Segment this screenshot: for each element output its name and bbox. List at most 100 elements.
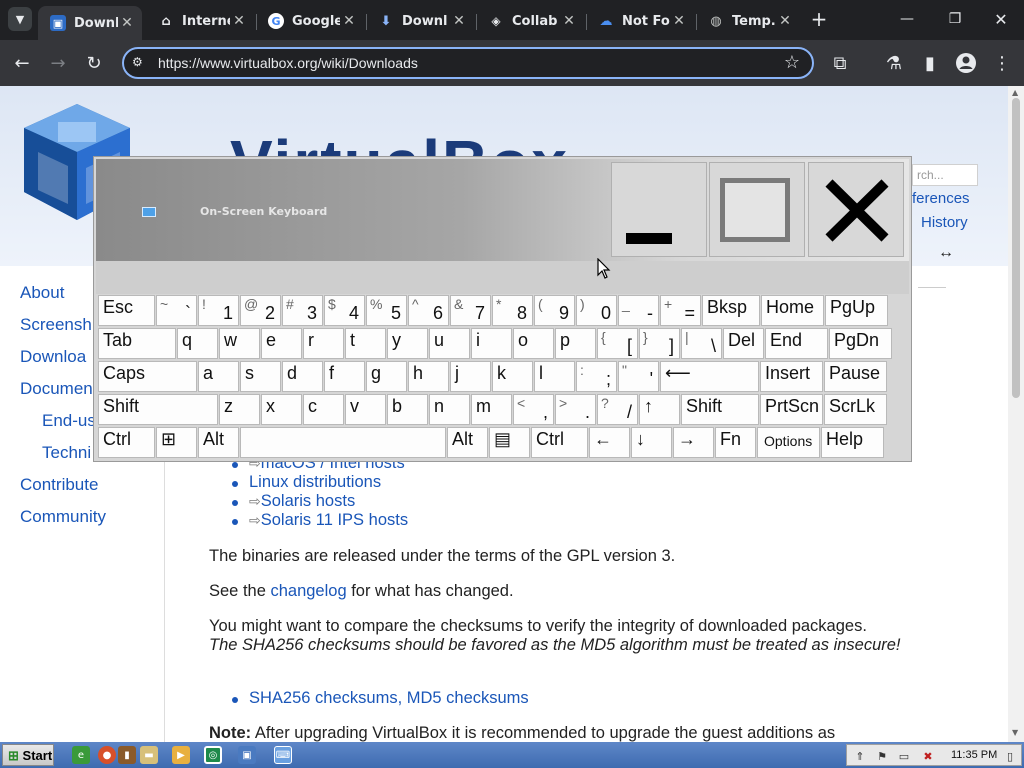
- start-button[interactable]: ⊞ Start: [2, 744, 54, 766]
- minimize-window-icon[interactable]: —: [884, 0, 930, 38]
- osk-key[interactable]: ~ `: [156, 295, 197, 326]
- osk-key[interactable]: Esc: [98, 295, 155, 326]
- osk-key[interactable]: o: [513, 328, 554, 359]
- osk-key[interactable]: f: [324, 361, 365, 392]
- osk-key[interactable]: % 5: [366, 295, 407, 326]
- close-tab-icon[interactable]: ✕: [340, 12, 358, 30]
- osk-key[interactable]: a: [198, 361, 239, 392]
- osk-key[interactable]: & 7: [450, 295, 491, 326]
- osk-key[interactable]: ) 0: [576, 295, 617, 326]
- osk-key[interactable]: u: [429, 328, 470, 359]
- tab-temp[interactable]: ◍ Temp.s ✕: [696, 6, 800, 36]
- firefox-icon[interactable]: ●: [98, 746, 116, 764]
- osk-key[interactable]: Tab: [98, 328, 176, 359]
- volume-muted-icon[interactable]: ✖: [921, 749, 935, 763]
- list-item[interactable]: ⇨Solaris 11 IPS hosts: [249, 511, 408, 530]
- osk-key[interactable]: →: [673, 427, 714, 458]
- osk-key[interactable]: c: [303, 394, 344, 425]
- osk-key[interactable]: j: [450, 361, 491, 392]
- osk-key[interactable]: s: [240, 361, 281, 392]
- osk-key[interactable]: z: [219, 394, 260, 425]
- osk-key[interactable]: b: [387, 394, 428, 425]
- clock[interactable]: 11:35 PM: [951, 749, 997, 761]
- osk-key[interactable]: $4: [324, 295, 365, 326]
- side-panel-icon[interactable]: ▮: [916, 49, 944, 77]
- osk-key[interactable]: v: [345, 394, 386, 425]
- new-tab-button[interactable]: +: [808, 7, 830, 31]
- osk-key[interactable]: Home: [761, 295, 824, 326]
- osk-key[interactable]: ←: [589, 427, 630, 458]
- flag-icon[interactable]: ⚑: [875, 749, 889, 763]
- osk-key[interactable]: w: [219, 328, 260, 359]
- osk-key[interactable]: ↓: [631, 427, 672, 458]
- sidebar-item-downloads[interactable]: Downloa: [20, 347, 86, 367]
- folder-icon[interactable]: ▬: [140, 746, 158, 764]
- close-tab-icon[interactable]: ✕: [450, 12, 468, 30]
- osk-key[interactable]: PgUp: [825, 295, 888, 326]
- osk-key[interactable]: y: [387, 328, 428, 359]
- sidebar-item-community[interactable]: Community: [20, 507, 106, 527]
- back-icon[interactable]: ←: [8, 49, 36, 77]
- tab-collab[interactable]: ◈ Collab ✕: [476, 6, 584, 36]
- osk-key[interactable]: * 8: [492, 295, 533, 326]
- osk-key[interactable]: Alt: [447, 427, 488, 458]
- checksums-link[interactable]: SHA256 checksums, MD5 checksums: [249, 689, 529, 708]
- osk-minimize-button[interactable]: [611, 162, 707, 257]
- osk-key[interactable]: ⊞: [156, 427, 197, 458]
- osk-key[interactable]: m: [471, 394, 512, 425]
- chrome-taskbar-icon[interactable]: ◎: [204, 746, 222, 764]
- osk-key[interactable]: Insert: [760, 361, 823, 392]
- tab-google[interactable]: G Google ✕: [256, 6, 364, 36]
- osk-key[interactable]: }]: [639, 328, 680, 359]
- osk-key[interactable]: Bksp: [702, 295, 760, 326]
- profile-avatar-icon[interactable]: [952, 49, 980, 77]
- osk-key[interactable]: | \: [681, 328, 722, 359]
- osk-key[interactable]: + =: [660, 295, 701, 326]
- scroll-down-icon[interactable]: ▼: [1012, 728, 1020, 737]
- extensions-icon[interactable]: ⧉: [826, 49, 854, 77]
- osk-key[interactable]: Ctrl: [98, 427, 155, 458]
- osk-key[interactable]: ⟵: [660, 361, 759, 392]
- ie-icon[interactable]: e: [72, 746, 90, 764]
- tab-search-button[interactable]: ▼: [8, 7, 32, 31]
- show-desktop-icon[interactable]: ▯: [1003, 749, 1017, 763]
- sidebar-item-technical-docs[interactable]: Techni: [42, 443, 91, 463]
- close-tab-icon[interactable]: ✕: [776, 12, 794, 30]
- osk-key[interactable]: n: [429, 394, 470, 425]
- osk-key[interactable]: d: [282, 361, 323, 392]
- wiki-search-input[interactable]: rch...: [912, 164, 978, 186]
- network-icon[interactable]: ▭: [897, 749, 911, 763]
- osk-key[interactable]: k: [492, 361, 533, 392]
- osk-key[interactable]: @2: [240, 295, 281, 326]
- osk-key[interactable]: _ -: [618, 295, 659, 326]
- osk-key[interactable]: Pause: [824, 361, 887, 392]
- osk-key[interactable]: [240, 427, 446, 458]
- url-text[interactable]: https://www.virtualbox.org/wiki/Download…: [158, 55, 418, 71]
- osk-key[interactable]: >.: [555, 394, 596, 425]
- osk-key[interactable]: Shift: [98, 394, 218, 425]
- sidebar-item-documentation[interactable]: Documen: [20, 379, 93, 399]
- sidebar-item-about[interactable]: About: [20, 283, 64, 303]
- osk-key[interactable]: i: [471, 328, 512, 359]
- sidebar-item-contribute[interactable]: Contribute: [20, 475, 98, 495]
- preferences-link[interactable]: ferences: [912, 190, 970, 207]
- osk-key[interactable]: Shift: [681, 394, 759, 425]
- osk-taskbar-icon[interactable]: ⌨: [274, 746, 292, 764]
- osk-key[interactable]: PgDn: [829, 328, 892, 359]
- osk-key[interactable]: #3: [282, 295, 323, 326]
- osk-key[interactable]: t: [345, 328, 386, 359]
- osk-key[interactable]: {[: [597, 328, 638, 359]
- osk-key[interactable]: <,: [513, 394, 554, 425]
- sidebar-item-screenshots[interactable]: Screensh: [20, 315, 92, 335]
- media-player-icon[interactable]: ▶: [172, 746, 190, 764]
- osk-key[interactable]: ^ 6: [408, 295, 449, 326]
- osk-maximize-button[interactable]: [709, 162, 805, 257]
- osk-key[interactable]: End: [765, 328, 828, 359]
- changelog-link[interactable]: changelog: [270, 582, 346, 600]
- host-link-solaris-ips[interactable]: Solaris 11 IPS hosts: [261, 511, 408, 529]
- window-app-icon[interactable]: ▣: [238, 746, 256, 764]
- bookmark-star-icon[interactable]: ☆: [784, 52, 800, 73]
- labs-flask-icon[interactable]: ⚗: [880, 49, 908, 77]
- close-tab-icon[interactable]: ✕: [670, 12, 688, 30]
- tab-download-2[interactable]: ⬇ Downl ✕: [366, 6, 474, 36]
